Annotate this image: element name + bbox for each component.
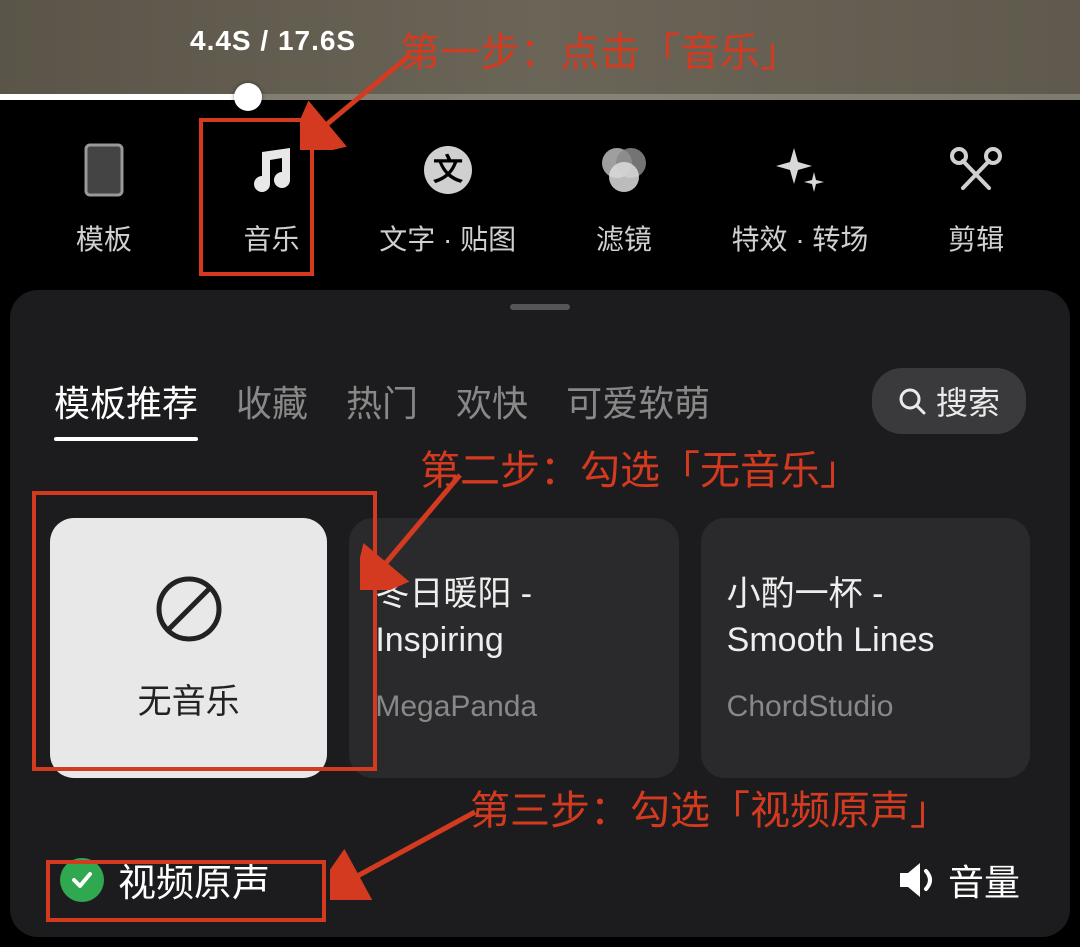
card-track-1[interactable]: 冬日暖阳 - Inspiring MegaPanda	[349, 518, 678, 778]
tool-label: 音乐	[244, 218, 300, 258]
tool-label: 滤镜	[596, 218, 652, 258]
tool-label: 模板	[76, 218, 132, 258]
scissors-icon	[946, 140, 1006, 200]
tool-label: 特效 · 转场	[732, 218, 869, 258]
music-card-row: 无音乐 冬日暖阳 - Inspiring MegaPanda 小酌一杯 - Sm…	[10, 448, 1070, 808]
tool-cut[interactable]: 剪辑	[916, 140, 1036, 258]
card-no-music[interactable]: 无音乐	[50, 518, 327, 778]
speaker-icon	[898, 861, 940, 899]
category-favorites[interactable]: 收藏	[236, 375, 308, 427]
tool-text-sticker[interactable]: 文 文字 · 贴图	[379, 140, 516, 258]
search-icon	[898, 387, 926, 415]
checkmark-icon	[60, 858, 104, 902]
track-title: 小酌一杯 - Smooth Lines	[727, 572, 1004, 664]
category-hot[interactable]: 热门	[346, 375, 418, 427]
search-button[interactable]: 搜索	[872, 368, 1026, 434]
editor-toolbar: 模板 音乐 文 文字 · 贴图 滤镜 特效 · 转场 剪辑	[0, 100, 1080, 280]
category-happy[interactable]: 欢快	[456, 375, 528, 427]
music-categories: 模板推荐 收藏 热门 欢快 可爱软萌 搜索	[10, 320, 1070, 448]
tool-label: 文字 · 贴图	[379, 218, 516, 258]
filter-icon	[594, 140, 654, 200]
original-sound-toggle[interactable]: 视频原声	[60, 852, 270, 907]
prohibit-icon	[154, 574, 224, 644]
track-artist: MegaPanda	[375, 690, 537, 724]
progress-fill	[0, 94, 248, 100]
panel-drag-handle[interactable]	[510, 304, 570, 310]
tool-label: 剪辑	[948, 218, 1004, 258]
category-cute[interactable]: 可爱软萌	[566, 375, 710, 427]
music-panel: 模板推荐 收藏 热门 欢快 可爱软萌 搜索 无音乐 冬日暖阳 - Inspiri…	[10, 290, 1070, 937]
tool-music[interactable]: 音乐	[212, 140, 332, 258]
tool-effects[interactable]: 特效 · 转场	[732, 140, 869, 258]
svg-text:文: 文	[433, 153, 463, 187]
volume-label: 音量	[948, 854, 1020, 906]
music-icon	[242, 140, 302, 200]
no-music-label: 无音乐	[138, 674, 240, 723]
progress-handle[interactable]	[234, 83, 262, 111]
sparkle-icon	[770, 140, 830, 200]
volume-button[interactable]: 音量	[898, 854, 1020, 906]
video-preview: 4.4S / 17.6S	[0, 0, 1080, 100]
tool-filter[interactable]: 滤镜	[564, 140, 684, 258]
category-recommended[interactable]: 模板推荐	[54, 375, 198, 427]
track-artist: ChordStudio	[727, 690, 894, 724]
card-track-2[interactable]: 小酌一杯 - Smooth Lines ChordStudio	[701, 518, 1030, 778]
tool-template[interactable]: 模板	[44, 140, 164, 258]
track-title: 冬日暖阳 - Inspiring	[375, 572, 652, 664]
search-label: 搜索	[936, 378, 1000, 424]
timeline-time: 4.4S / 17.6S	[190, 25, 356, 57]
text-sticker-icon: 文	[418, 140, 478, 200]
original-sound-label: 视频原声	[118, 852, 270, 907]
panel-bottom-row: 视频原声 音量	[60, 852, 1020, 907]
template-icon	[74, 140, 134, 200]
